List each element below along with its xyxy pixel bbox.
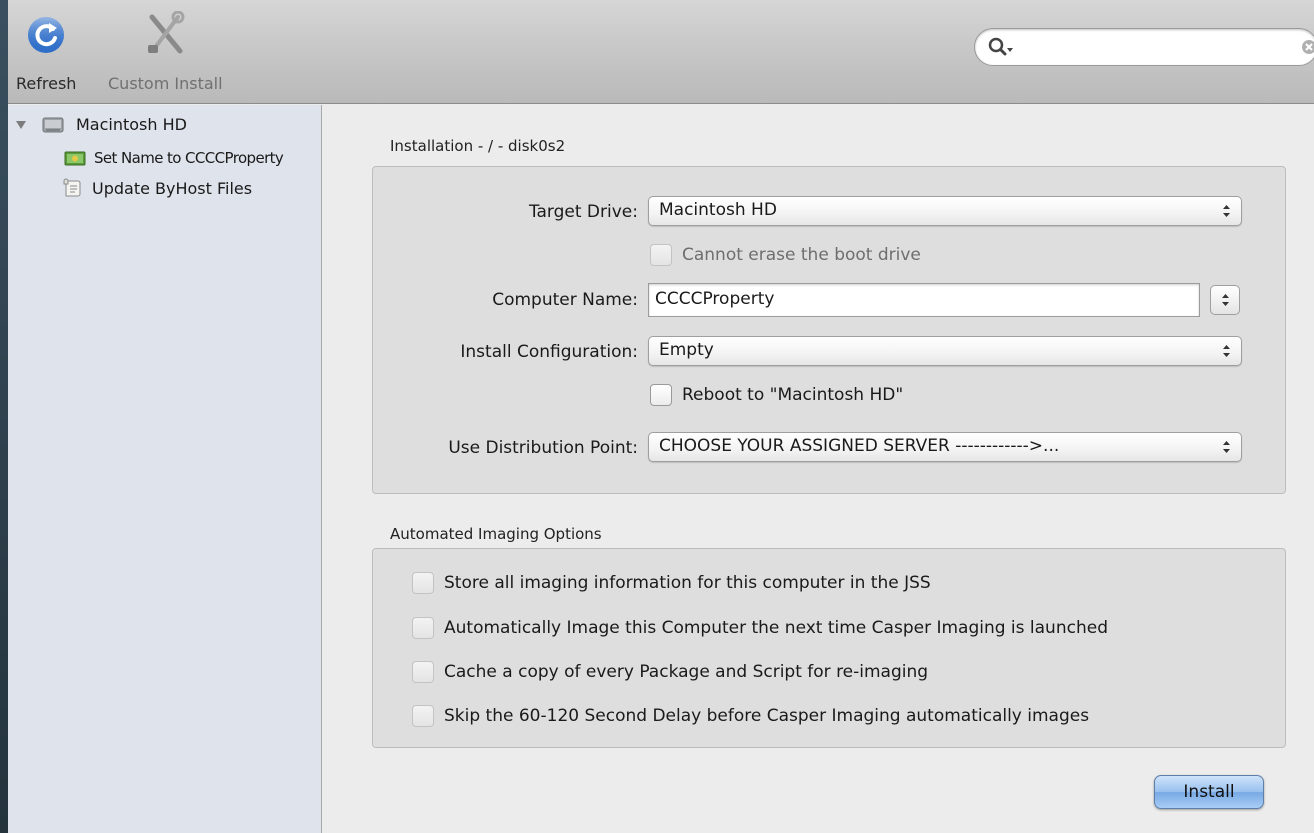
- install-configuration-popup[interactable]: Empty: [648, 336, 1242, 366]
- tools-icon: [141, 10, 189, 58]
- sidebar-item-update-byhost[interactable]: Update ByHost Files: [62, 178, 252, 198]
- toolbar: Refresh Custom Install: [8, 0, 1314, 104]
- computer-name-menu-button[interactable]: [1210, 285, 1240, 315]
- sidebar: Macintosh HD Set Name to CCCCProperty Up…: [8, 105, 322, 833]
- popup-arrows-icon: [1223, 205, 1230, 217]
- search-field[interactable]: [974, 28, 1314, 66]
- reboot-checkbox-row[interactable]: Reboot to "Macintosh HD": [650, 384, 903, 406]
- auto-image-checkbox[interactable]: [412, 617, 434, 639]
- reboot-checkbox[interactable]: [650, 384, 672, 406]
- hard-drive-icon: [42, 117, 64, 132]
- refresh-button[interactable]: Refresh: [16, 10, 76, 93]
- custom-install-button[interactable]: Custom Install: [108, 10, 223, 93]
- search-icon: [988, 37, 1013, 56]
- distribution-point-popup[interactable]: CHOOSE YOUR ASSIGNED SERVER ------------…: [648, 432, 1242, 462]
- installation-title: Installation - / - disk0s2: [390, 137, 566, 155]
- target-drive-value: Macintosh HD: [659, 200, 777, 220]
- erase-boot-drive-label: Cannot erase the boot drive: [682, 245, 921, 265]
- computer-name-field[interactable]: CCCCProperty: [648, 283, 1200, 317]
- store-info-checkbox[interactable]: [412, 572, 434, 594]
- option-label: Cache a copy of every Package and Script…: [444, 662, 929, 682]
- erase-boot-drive-checkbox-row[interactable]: Cannot erase the boot drive: [650, 244, 921, 266]
- sidebar-item-set-name[interactable]: Set Name to CCCCProperty: [64, 148, 284, 168]
- distribution-point-value: CHOOSE YOUR ASSIGNED SERVER ------------…: [659, 436, 1060, 456]
- rename-config-icon: [64, 151, 86, 166]
- popup-arrows-icon: [1222, 294, 1229, 306]
- sidebar-root-label: Macintosh HD: [76, 115, 187, 134]
- casper-imaging-window: Refresh Custom Install Macintosh HD Set …: [8, 0, 1314, 833]
- custom-install-label: Custom Install: [108, 74, 223, 93]
- skip-delay-checkbox[interactable]: [412, 705, 434, 727]
- sidebar-item-label: Update ByHost Files: [92, 178, 253, 198]
- option-row[interactable]: Store all imaging information for this c…: [412, 572, 931, 594]
- desktop-background: [0, 0, 8, 833]
- script-icon: [63, 178, 81, 197]
- install-configuration-value: Empty: [659, 340, 714, 360]
- target-drive-label: Target Drive:: [528, 202, 638, 222]
- install-button[interactable]: Install: [1154, 775, 1264, 809]
- erase-boot-drive-checkbox[interactable]: [650, 244, 672, 266]
- search-input[interactable]: [1021, 35, 1241, 59]
- refresh-icon: [22, 10, 70, 58]
- disclosure-triangle-icon[interactable]: [14, 119, 28, 131]
- option-row[interactable]: Cache a copy of every Package and Script…: [412, 661, 928, 683]
- clear-search-icon[interactable]: [1301, 39, 1314, 55]
- sidebar-item-label: Set Name to CCCCProperty: [94, 149, 284, 167]
- refresh-label: Refresh: [16, 74, 77, 93]
- distribution-point-label: Use Distribution Point:: [448, 438, 638, 458]
- option-row[interactable]: Automatically Image this Computer the ne…: [412, 617, 1108, 639]
- install-configuration-label: Install Configuration:: [460, 342, 638, 362]
- cache-copy-checkbox[interactable]: [412, 661, 434, 683]
- sidebar-item-macintosh-hd[interactable]: Macintosh HD: [14, 115, 187, 134]
- automated-options-title: Automated Imaging Options: [390, 525, 602, 543]
- option-label: Store all imaging information for this c…: [444, 573, 931, 593]
- option-label: Skip the 60-120 Second Delay before Casp…: [444, 706, 1090, 726]
- popup-arrows-icon: [1223, 441, 1230, 453]
- option-label: Automatically Image this Computer the ne…: [444, 618, 1108, 638]
- reboot-label: Reboot to "Macintosh HD": [682, 385, 904, 405]
- computer-name-label: Computer Name:: [492, 290, 638, 310]
- target-drive-popup[interactable]: Macintosh HD: [648, 196, 1242, 226]
- popup-arrows-icon: [1223, 345, 1230, 357]
- option-row[interactable]: Skip the 60-120 Second Delay before Casp…: [412, 705, 1089, 727]
